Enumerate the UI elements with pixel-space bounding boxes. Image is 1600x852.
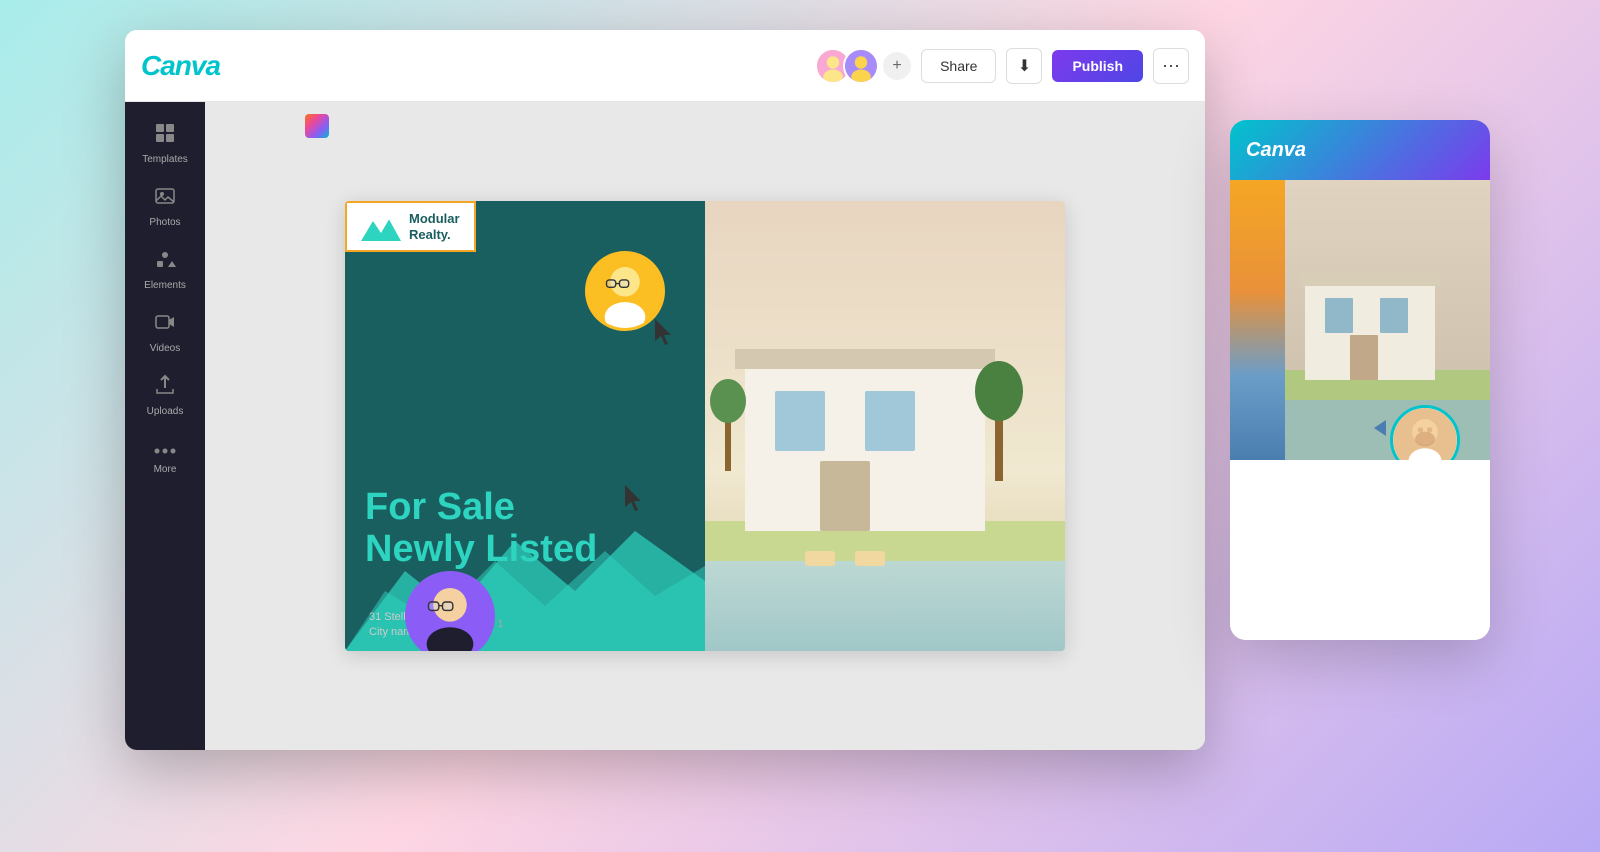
cursor-1	[655, 319, 679, 355]
mobile-gradient-strip	[1230, 180, 1285, 460]
more-label: More	[154, 464, 177, 475]
sidebar-item-uploads[interactable]: Uploads	[131, 366, 199, 425]
canvas-area: Modular Realty. For Sale Newly Listed	[205, 102, 1205, 750]
main-window: Canva +	[125, 30, 1205, 750]
headline-line2: Newly Listed	[365, 529, 597, 571]
more-icon: ···	[1162, 55, 1180, 76]
house-illustration	[705, 201, 1065, 651]
avatar-user2	[843, 48, 879, 84]
sidebar-item-photos[interactable]: Photos	[131, 177, 199, 236]
share-button[interactable]: Share	[921, 49, 996, 83]
videos-icon	[154, 311, 176, 339]
mobile-window: Canva	[1230, 120, 1490, 640]
headline-area: For Sale Newly Listed	[365, 487, 597, 571]
more-icon-sidebar	[154, 437, 176, 460]
header-right: + Share ⬇ Publish ···	[815, 48, 1189, 84]
sidebar: Templates Photos	[125, 102, 205, 750]
color-picker-bar	[305, 114, 329, 138]
design-canvas: Modular Realty. For Sale Newly Listed	[345, 201, 1065, 651]
templates-icon	[154, 122, 176, 150]
cursor-2	[625, 485, 649, 521]
elements-icon	[154, 248, 176, 276]
agent-avatar-1	[585, 251, 665, 331]
design-left-panel: Modular Realty. For Sale Newly Listed	[345, 201, 705, 651]
mobile-body	[1230, 180, 1490, 640]
mobile-image-area	[1230, 180, 1490, 460]
photos-label: Photos	[149, 217, 180, 228]
brand-name: Modular Realty.	[409, 211, 460, 242]
sidebar-item-videos[interactable]: Videos	[131, 303, 199, 362]
logo-area: Modular Realty.	[345, 201, 476, 252]
headline-line1: For Sale	[365, 487, 597, 529]
download-button[interactable]: ⬇	[1006, 48, 1042, 84]
agent-avatar-2	[405, 571, 495, 651]
mobile-canva-logo: Canva	[1246, 139, 1306, 162]
canva-logo: Canva	[141, 50, 220, 82]
body: Templates Photos	[125, 102, 1205, 750]
uploads-label: Uploads	[147, 406, 184, 417]
header: Canva +	[125, 30, 1205, 102]
mobile-header: Canva	[1230, 120, 1490, 180]
more-options-button[interactable]: ···	[1153, 48, 1189, 84]
videos-label: Videos	[150, 343, 180, 354]
sidebar-item-elements[interactable]: Elements	[131, 240, 199, 299]
elements-label: Elements	[144, 280, 186, 291]
avatar-group: +	[815, 48, 911, 84]
download-icon: ⬇	[1018, 56, 1031, 76]
add-collaborator-button[interactable]: +	[883, 52, 911, 80]
templates-label: Templates	[142, 154, 188, 165]
design-right-panel	[705, 201, 1065, 651]
publish-button[interactable]: Publish	[1052, 50, 1143, 82]
uploads-icon	[154, 374, 176, 402]
sidebar-item-more[interactable]: More	[131, 429, 199, 483]
mobile-cursor-arrow	[1366, 416, 1390, 445]
mobile-content-area	[1230, 460, 1490, 640]
brand-icon	[361, 212, 401, 242]
photos-icon	[154, 185, 176, 213]
sidebar-item-templates[interactable]: Templates	[131, 114, 199, 173]
logo-box: Modular Realty.	[345, 201, 476, 252]
color-swatch-multicolor[interactable]	[305, 114, 329, 138]
